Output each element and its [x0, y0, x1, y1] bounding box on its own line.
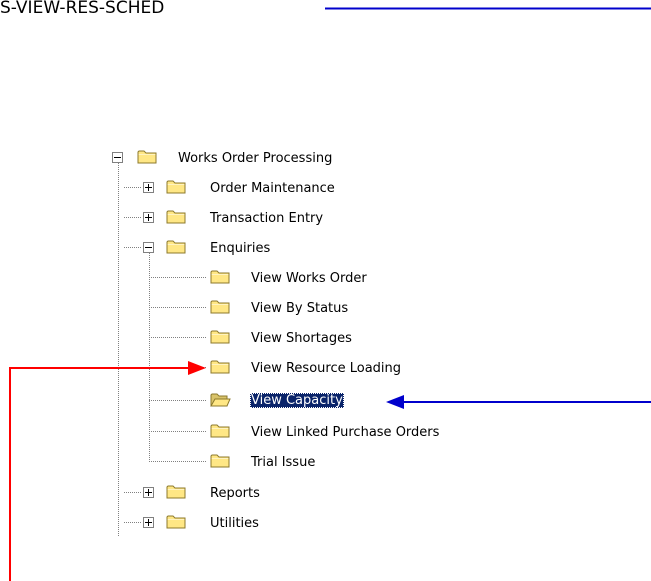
blue-arrow-head [386, 395, 404, 409]
tree-node-transaction-entry[interactable]: Transaction Entry [210, 211, 323, 226]
header-label: S-VIEW-RES-SCHED [0, 0, 165, 18]
tree-node-reports[interactable]: Reports [210, 486, 260, 501]
tree-node-view-linked-purchase-orders[interactable]: View Linked Purchase Orders [251, 425, 439, 440]
red-arrow-head [188, 361, 206, 375]
expand-icon[interactable] [143, 487, 154, 498]
folder-icon [210, 360, 230, 374]
tree-node-order-maintenance[interactable]: Order Maintenance [210, 181, 335, 196]
tree-node-view-capacity[interactable]: View Capacity [250, 393, 344, 408]
expand-icon[interactable] [143, 517, 154, 528]
open-folder-icon [210, 393, 231, 407]
folder-icon [210, 454, 230, 468]
expand-icon[interactable] [143, 182, 154, 193]
folder-icon [166, 210, 186, 224]
folder-icon [166, 485, 186, 499]
red-callout-line [9, 367, 190, 581]
folder-icon [166, 515, 186, 529]
tree-node-enquiries[interactable]: Enquiries [210, 241, 270, 256]
expand-icon[interactable] [143, 212, 154, 223]
folder-icon [210, 270, 230, 284]
tree-node-works-order-processing[interactable]: Works Order Processing [178, 151, 332, 166]
folder-icon [210, 424, 230, 438]
folder-icon [166, 240, 186, 254]
callout-annotations [9, 7, 651, 581]
tree-node-view-works-order[interactable]: View Works Order [251, 271, 367, 286]
collapse-icon[interactable] [143, 242, 154, 253]
folder-icon [210, 300, 230, 314]
tree-node-view-by-status[interactable]: View By Status [251, 301, 348, 316]
collapse-icon[interactable] [112, 152, 123, 163]
tree-node-view-resource-loading[interactable]: View Resource Loading [251, 361, 401, 376]
tree-node-utilities[interactable]: Utilities [210, 516, 259, 531]
folder-icon [137, 150, 157, 164]
tree-node-trial-issue[interactable]: Trial Issue [251, 455, 315, 470]
folder-icon [166, 180, 186, 194]
folder-icon [210, 330, 230, 344]
tree-connectors [118, 163, 207, 537]
tree-node-view-shortages[interactable]: View Shortages [251, 331, 352, 346]
